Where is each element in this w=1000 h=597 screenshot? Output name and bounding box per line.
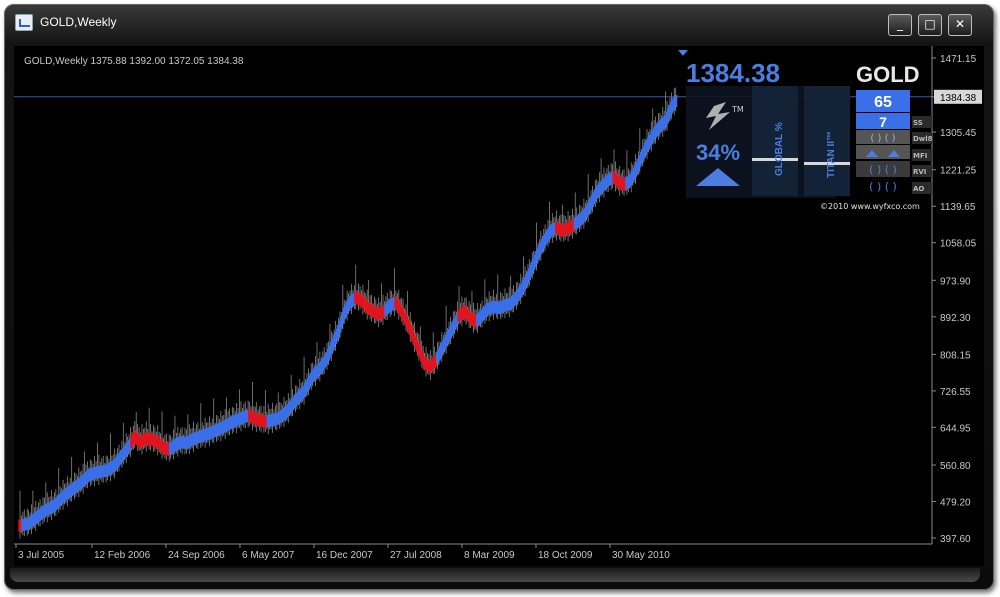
minimize-button[interactable]: _ — [888, 14, 912, 36]
y-tick-label: 644.95 — [940, 423, 971, 434]
y-tick-label: 973.90 — [940, 276, 971, 287]
y-tick-label: 808.15 — [940, 350, 971, 361]
titan-label: TITAN II™ — [826, 131, 837, 178]
side-labels: SS Dwl8 MFI RVI AO — [912, 116, 933, 194]
braces-3: ( ) ( ) — [869, 180, 897, 193]
global-label: GLOBAL % — [774, 122, 785, 176]
tm-mark: TM — [731, 105, 744, 114]
braces-2: ( ) ( ) — [869, 163, 897, 176]
side-label: RVI — [913, 168, 926, 176]
y-tick-label: 1139.65 — [940, 202, 976, 213]
x-tick-label: 18 Oct 2009 — [538, 550, 593, 561]
candles — [18, 87, 678, 539]
y-tick-label: 1058.05 — [940, 239, 977, 250]
copyright: ©2010 www.wyfxco.com — [820, 202, 920, 211]
chart-area[interactable]: GOLD,Weekly 1375.88 1392.00 1372.05 1384… — [14, 46, 984, 566]
triangle-box — [856, 145, 910, 159]
panel-price: 1384.38 — [686, 58, 780, 88]
candle-up — [674, 94, 678, 107]
x-tick-label: 24 Sep 2006 — [168, 550, 225, 561]
chart-app-icon — [15, 14, 33, 31]
side-label: Dwl8 — [913, 135, 933, 143]
panel-percent: 34% — [696, 140, 740, 165]
x-tick-label: 16 Dec 2007 — [316, 550, 373, 561]
y-tick-label: 560.80 — [940, 461, 971, 472]
chart-header: GOLD,Weekly 1375.88 1392.00 1372.05 1384… — [24, 56, 244, 67]
y-tick-label: 892.30 — [940, 313, 971, 324]
y-tick-label: 1221.25 — [940, 166, 977, 177]
x-tick-label: 27 Jul 2008 — [390, 550, 442, 561]
value-a: 65 — [874, 94, 892, 111]
value-b: 7 — [879, 114, 887, 130]
window-title: GOLD,Weekly — [40, 15, 117, 29]
title-bar[interactable]: GOLD,Weekly _ □ ✕ — [4, 4, 994, 40]
maximize-button[interactable]: □ — [918, 14, 942, 36]
indicator-panel: 1384.38 GOLD TM 34% GLOBAL % TITAN II™ 6… — [686, 58, 933, 211]
y-tick-label: 1305.45 — [940, 128, 977, 139]
panel-symbol: GOLD — [856, 62, 920, 87]
window-bottom — [10, 568, 980, 582]
x-tick-label: 3 Jul 2005 — [18, 550, 65, 561]
price-chart: GOLD,Weekly 1375.88 1392.00 1372.05 1384… — [14, 46, 982, 561]
x-tick-label: 6 May 2007 — [242, 550, 295, 561]
y-tick-label: 1384.38 — [940, 93, 977, 104]
y-tick-label: 397.60 — [940, 534, 971, 545]
x-tick-label: 8 Mar 2009 — [464, 550, 515, 561]
side-label: MFI — [913, 152, 927, 160]
y-tick-label: 726.55 — [940, 387, 971, 398]
x-tick-label: 12 Feb 2006 — [94, 550, 151, 561]
x-tick-label: 30 May 2010 — [612, 550, 670, 561]
y-tick-label: 1471.15 — [940, 54, 977, 65]
chart-shift-marker[interactable] — [678, 50, 688, 56]
close-button[interactable]: ✕ — [948, 14, 972, 36]
side-label: AO — [913, 185, 924, 193]
side-label: SS — [913, 119, 923, 127]
y-tick-label: 479.20 — [940, 498, 971, 509]
braces-1: ( ) ( ) — [870, 133, 895, 144]
